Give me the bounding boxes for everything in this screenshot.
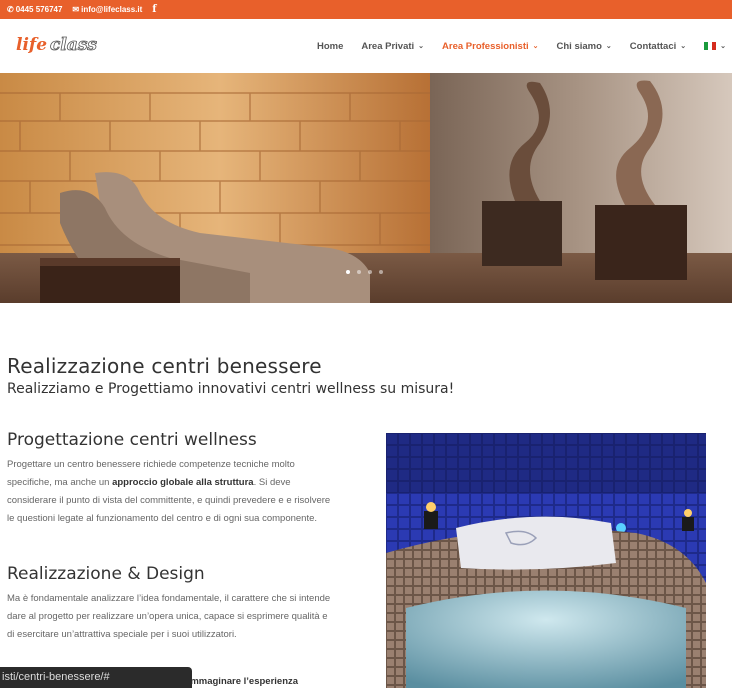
nav-chi-siamo[interactable]: Chi siamo ⌄ — [557, 41, 612, 52]
slider-dot-1[interactable] — [346, 270, 350, 274]
nav-area-privati[interactable]: Area Privati ⌄ — [361, 41, 424, 52]
main-navigation: Home Area Privati ⌄ Area Professionisti … — [299, 19, 726, 73]
svg-text:class: class — [50, 35, 97, 55]
section-heading: Realizzazione & Design — [7, 564, 205, 584]
nav-contattaci-label: Contattaci — [629, 40, 677, 52]
page-subtitle: Realizziamo e Progettiamo innovativi cen… — [7, 381, 455, 397]
nav-area-professionisti[interactable]: Area Professionisti ⌄ — [442, 41, 538, 52]
section-progettazione: Progettazione centri wellness Progettare… — [7, 430, 337, 528]
section-realizzazione: Realizzazione & Design Ma è fondamentale… — [7, 564, 337, 644]
nav-home[interactable]: Home — [317, 41, 343, 52]
language-switcher[interactable]: ⌄ — [704, 42, 726, 50]
chevron-down-icon: ⌄ — [720, 43, 726, 50]
slider-dot-4[interactable] — [379, 270, 383, 274]
site-header: life class Home Area Privati ⌄ Area Prof… — [0, 19, 732, 73]
svg-text:life: life — [16, 35, 47, 55]
slider-dot-3[interactable] — [368, 270, 372, 274]
nav-chi-siamo-label: Chi siamo — [556, 40, 602, 52]
section-paragraph: Ma è fondamentale analizzare l’idea fond… — [7, 593, 331, 640]
top-contact-bar: ✆ 0445 576747 ✉ info@lifeclass.it f — [0, 0, 732, 19]
paragraph-bold: approccio globale alla struttura — [112, 477, 254, 488]
section-paragraph: Progettare un centro benessere richiede … — [7, 456, 337, 528]
italian-flag-icon — [704, 42, 717, 50]
hero-slide-image — [0, 73, 732, 303]
chevron-down-icon: ⌄ — [418, 43, 425, 50]
slider-pagination — [346, 270, 390, 274]
slider-dot-2[interactable] — [357, 270, 361, 274]
nav-home-label: Home — [316, 40, 344, 52]
phone-link[interactable]: ✆ 0445 576747 — [7, 5, 62, 14]
lifeclass-logo[interactable]: life class — [16, 33, 116, 57]
email-address: info@lifeclass.it — [81, 5, 143, 14]
nav-area-professionisti-label: Area Professionisti — [442, 40, 529, 52]
paragraph-bold: immaginare l’esperienza — [187, 676, 299, 687]
phone-icon: ✆ — [7, 5, 14, 14]
section-heading: Progettazione centri wellness — [7, 430, 257, 450]
hero-slider[interactable] — [0, 73, 732, 303]
page-title: Realizzazione centri benessere — [7, 354, 322, 378]
chevron-down-icon: ⌄ — [532, 43, 539, 50]
phone-number: 0445 576747 — [15, 5, 63, 14]
email-link[interactable]: ✉ info@lifeclass.it — [72, 5, 142, 14]
nav-area-privati-label: Area Privati — [361, 40, 415, 52]
partial-paragraph-line: ca immaginare l’esperienza — [175, 673, 345, 688]
chevron-down-icon: ⌄ — [680, 43, 687, 50]
envelope-icon: ✉ — [72, 5, 80, 14]
facebook-icon[interactable]: f — [152, 4, 156, 15]
nav-contattaci[interactable]: Contattaci ⌄ — [630, 41, 686, 52]
chevron-down-icon: ⌄ — [605, 43, 612, 50]
wellness-photo — [386, 433, 706, 688]
browser-status-url: isti/centri-benessere/# — [0, 667, 192, 688]
